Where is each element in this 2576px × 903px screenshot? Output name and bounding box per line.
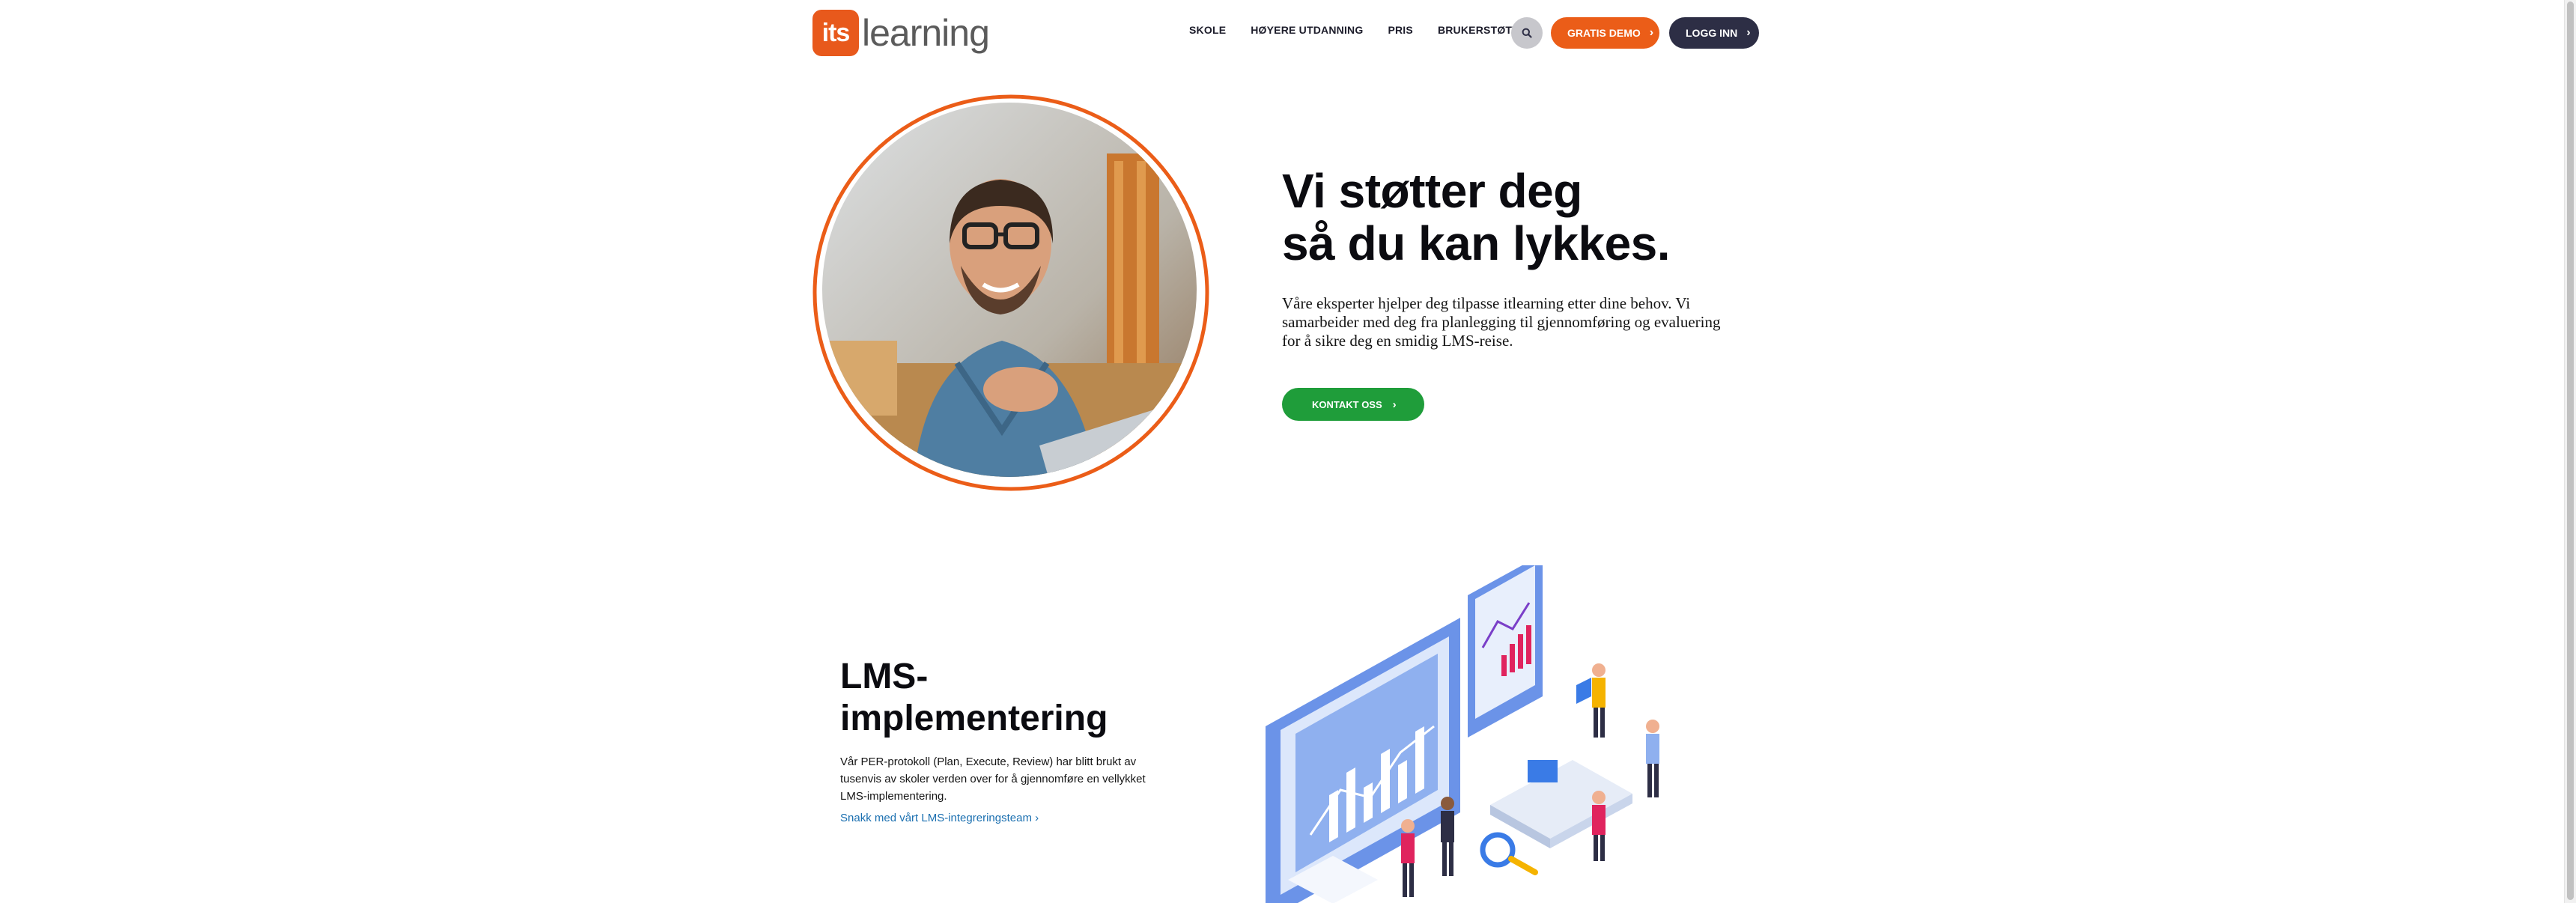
lms-team-link[interactable]: Snakk med vårt LMS-integreringsteam › [840,812,1039,824]
nav-item-hoyere-utdanning[interactable]: HØYERE UTDANNING [1251,24,1363,36]
lms-description: Vår PER-protokoll (Plan, Execute, Review… [840,755,1146,803]
hero-title-line-1: Vi støtter deg [1282,164,1582,218]
hero-portrait-image [812,94,1209,491]
hero-title: Vi støtter deg så du kan lykkes. [1282,164,1671,270]
hero-description: Våre eksperter hjelper deg tilpasse itle… [1282,294,1721,350]
main-nav: SKOLE HØYERE UTDANNING PRIS BRUKERSTØTTE [1189,24,1550,36]
lms-title-line-2: implementering [840,699,1108,738]
free-demo-button[interactable]: GRATIS DEMO › [1551,17,1659,49]
lms-isometric-illustration [1266,565,1659,903]
free-demo-label: GRATIS DEMO [1567,27,1641,39]
site-header: its learning SKOLE HØYERE UTDANNING PRIS… [0,0,2576,67]
scrollbar-thumb[interactable] [2567,1,2574,900]
logo-wordmark: learning [862,12,990,54]
page-scrollbar[interactable] [2564,0,2576,903]
contact-us-button[interactable]: KONTAKT OSS › [1282,388,1424,421]
chevron-right-icon: › [1649,26,1654,39]
nav-item-pris[interactable]: PRIS [1388,24,1412,36]
login-label: LOGG INN [1686,27,1738,39]
lms-title-line-1: LMS- [840,657,929,696]
contact-us-label: KONTAKT OSS [1312,398,1382,410]
login-button[interactable]: LOGG INN › [1669,17,1759,49]
chevron-right-icon: › [1746,26,1751,39]
search-icon [1522,28,1532,38]
lms-section-title: LMS- implementering [840,656,1108,740]
hero-title-line-2: så du kan lykkes. [1282,216,1671,270]
nav-item-skole[interactable]: SKOLE [1189,24,1226,36]
chevron-right-icon: › [1392,398,1397,411]
logo-mark: its [812,10,859,56]
itslearning-logo[interactable]: its learning [812,10,990,56]
search-button[interactable] [1511,17,1543,49]
